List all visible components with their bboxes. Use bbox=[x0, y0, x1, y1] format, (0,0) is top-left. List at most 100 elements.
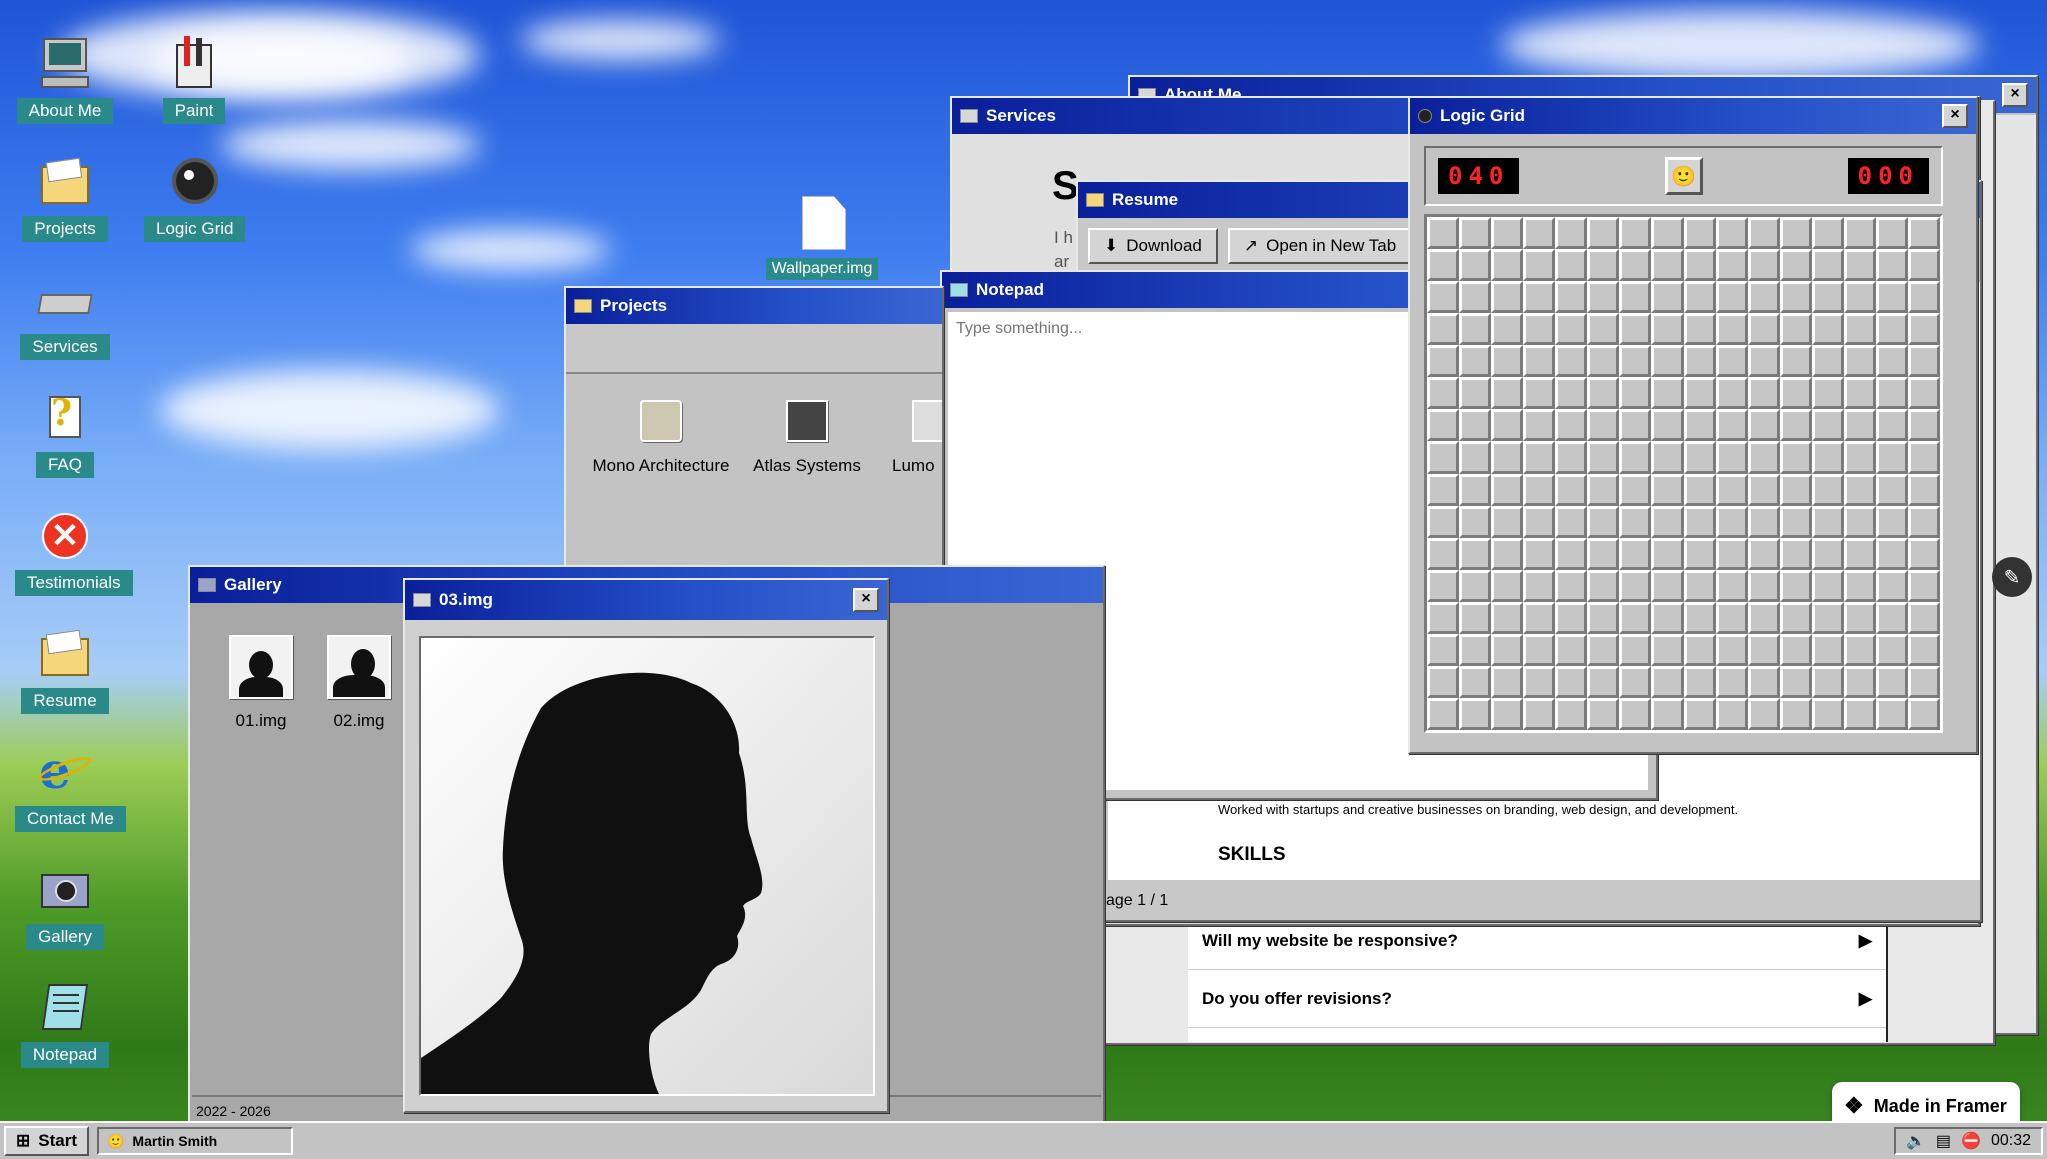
grid-cell[interactable] bbox=[1779, 665, 1812, 698]
grid-cell[interactable] bbox=[1683, 377, 1716, 410]
grid-cell[interactable] bbox=[1747, 313, 1780, 346]
grid-cell[interactable] bbox=[1491, 345, 1524, 378]
grid-cell[interactable] bbox=[1619, 473, 1652, 506]
grid-cell[interactable] bbox=[1587, 377, 1620, 410]
grid-cell[interactable] bbox=[1875, 249, 1908, 282]
grid-cell[interactable] bbox=[1875, 505, 1908, 538]
grid-cell[interactable] bbox=[1747, 665, 1780, 698]
grid-cell[interactable] bbox=[1619, 601, 1652, 634]
grid-cell[interactable] bbox=[1427, 377, 1460, 410]
grid-cell[interactable] bbox=[1523, 537, 1556, 570]
project-item[interactable]: Lumo bbox=[882, 400, 942, 476]
grid-cell[interactable] bbox=[1555, 409, 1588, 442]
grid-cell[interactable] bbox=[1683, 601, 1716, 634]
grid-cell[interactable] bbox=[1491, 281, 1524, 314]
grid-cell[interactable] bbox=[1427, 697, 1460, 730]
grid-cell[interactable] bbox=[1715, 345, 1748, 378]
grid-cell[interactable] bbox=[1619, 281, 1652, 314]
grid-cell[interactable] bbox=[1459, 505, 1492, 538]
grid-cell[interactable] bbox=[1651, 473, 1684, 506]
desktop-icon-gallery[interactable]: Gallery bbox=[15, 862, 115, 950]
grid-cell[interactable] bbox=[1715, 217, 1748, 250]
grid-cell[interactable] bbox=[1843, 377, 1876, 410]
grid-cell[interactable] bbox=[1715, 313, 1748, 346]
grid-cell[interactable] bbox=[1651, 409, 1684, 442]
grid-cell[interactable] bbox=[1875, 313, 1908, 346]
grid-cell[interactable] bbox=[1811, 537, 1844, 570]
grid-cell[interactable] bbox=[1779, 441, 1812, 474]
desktop-icon-contact-me[interactable]: e Contact Me bbox=[15, 744, 126, 832]
grid-cell[interactable] bbox=[1587, 313, 1620, 346]
image-viewer-window[interactable]: 03.img × bbox=[403, 578, 889, 1113]
grid-cell[interactable] bbox=[1747, 377, 1780, 410]
grid-cell[interactable] bbox=[1459, 633, 1492, 666]
grid-cell[interactable] bbox=[1875, 697, 1908, 730]
grid-cell[interactable] bbox=[1907, 409, 1940, 442]
grid-cell[interactable] bbox=[1427, 345, 1460, 378]
grid-cell[interactable] bbox=[1651, 601, 1684, 634]
grid-cell[interactable] bbox=[1779, 409, 1812, 442]
grid-cell[interactable] bbox=[1747, 505, 1780, 538]
grid-cell[interactable] bbox=[1875, 345, 1908, 378]
grid-cell[interactable] bbox=[1427, 217, 1460, 250]
grid-cell[interactable] bbox=[1779, 569, 1812, 602]
grid-cell[interactable] bbox=[1555, 345, 1588, 378]
open-new-tab-button[interactable]: ↗ Open in New Tab bbox=[1227, 228, 1413, 264]
grid-cell[interactable] bbox=[1491, 633, 1524, 666]
grid-cell[interactable] bbox=[1779, 281, 1812, 314]
grid-cell[interactable] bbox=[1619, 409, 1652, 442]
grid-cell[interactable] bbox=[1811, 505, 1844, 538]
grid-cell[interactable] bbox=[1555, 313, 1588, 346]
grid-cell[interactable] bbox=[1491, 473, 1524, 506]
grid-cell[interactable] bbox=[1907, 473, 1940, 506]
grid-cell[interactable] bbox=[1715, 697, 1748, 730]
edit-button[interactable]: ✎ bbox=[1992, 557, 2032, 597]
grid-cell[interactable] bbox=[1459, 473, 1492, 506]
grid-cell[interactable] bbox=[1459, 249, 1492, 282]
grid-cell[interactable] bbox=[1491, 697, 1524, 730]
grid-cell[interactable] bbox=[1587, 345, 1620, 378]
grid-cell[interactable] bbox=[1683, 697, 1716, 730]
grid-cell[interactable] bbox=[1619, 633, 1652, 666]
grid-cell[interactable] bbox=[1491, 313, 1524, 346]
grid-cell[interactable] bbox=[1523, 217, 1556, 250]
grid-cell[interactable] bbox=[1651, 633, 1684, 666]
notes-icon[interactable]: ▤ bbox=[1936, 1131, 1951, 1151]
gallery-item[interactable]: 02.img bbox=[324, 635, 394, 731]
grid-cell[interactable] bbox=[1523, 601, 1556, 634]
projects-titlebar[interactable]: Projects bbox=[566, 288, 942, 324]
grid-cell[interactable] bbox=[1811, 441, 1844, 474]
grid-cell[interactable] bbox=[1427, 537, 1460, 570]
grid-cell[interactable] bbox=[1811, 377, 1844, 410]
grid-cell[interactable] bbox=[1811, 281, 1844, 314]
grid-cell[interactable] bbox=[1427, 665, 1460, 698]
grid-cell[interactable] bbox=[1619, 441, 1652, 474]
grid-cell[interactable] bbox=[1907, 633, 1940, 666]
grid-cell[interactable] bbox=[1747, 281, 1780, 314]
grid-cell[interactable] bbox=[1779, 601, 1812, 634]
grid-cell[interactable] bbox=[1555, 569, 1588, 602]
grid-cell[interactable] bbox=[1427, 313, 1460, 346]
grid-cell[interactable] bbox=[1587, 569, 1620, 602]
grid-cell[interactable] bbox=[1779, 345, 1812, 378]
grid-cell[interactable] bbox=[1651, 537, 1684, 570]
grid-cell[interactable] bbox=[1747, 537, 1780, 570]
grid-cell[interactable] bbox=[1619, 665, 1652, 698]
grid-cell[interactable] bbox=[1843, 409, 1876, 442]
grid-cell[interactable] bbox=[1843, 537, 1876, 570]
close-button[interactable]: × bbox=[1942, 104, 1968, 128]
grid-cell[interactable] bbox=[1491, 601, 1524, 634]
grid-cell[interactable] bbox=[1843, 665, 1876, 698]
grid-cell[interactable] bbox=[1683, 409, 1716, 442]
grid-cell[interactable] bbox=[1459, 281, 1492, 314]
grid-cell[interactable] bbox=[1683, 345, 1716, 378]
grid-cell[interactable] bbox=[1715, 281, 1748, 314]
grid-cell[interactable] bbox=[1779, 537, 1812, 570]
grid-cell[interactable] bbox=[1619, 313, 1652, 346]
logic-grid-titlebar[interactable]: Logic Grid × bbox=[1410, 98, 1976, 134]
mine-grid[interactable] bbox=[1424, 214, 1943, 733]
grid-cell[interactable] bbox=[1555, 217, 1588, 250]
grid-cell[interactable] bbox=[1715, 409, 1748, 442]
grid-cell[interactable] bbox=[1587, 249, 1620, 282]
grid-cell[interactable] bbox=[1779, 697, 1812, 730]
